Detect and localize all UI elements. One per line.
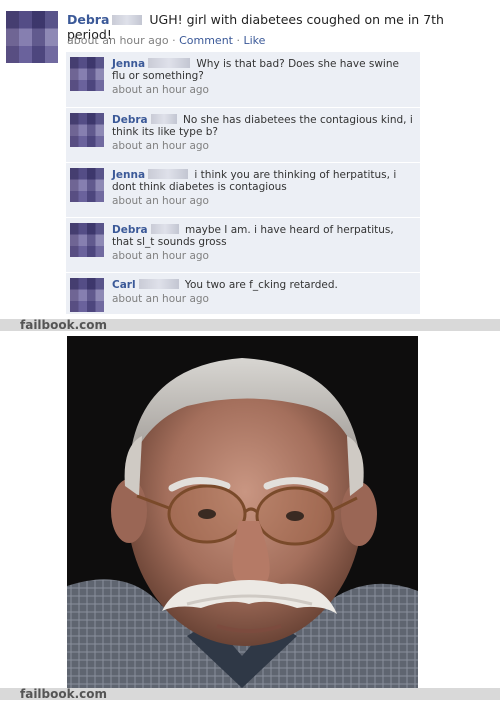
commenter-avatar[interactable] <box>70 223 104 257</box>
redacted-surname <box>112 15 143 25</box>
post-author-name[interactable]: Debra <box>67 12 109 27</box>
watermark-text-top: failbook.com <box>20 318 108 332</box>
comment: Debra maybe I am. i have heard of herpat… <box>66 218 420 273</box>
comment-time: about an hour ago <box>112 293 209 305</box>
redacted-surname <box>148 169 189 179</box>
comment-time: about an hour ago <box>112 195 209 207</box>
commenter-avatar[interactable] <box>70 168 104 202</box>
comment-time: about an hour ago <box>112 84 209 96</box>
meta-separator: · <box>236 34 241 47</box>
commenter-avatar[interactable] <box>70 57 104 91</box>
commenter-name[interactable]: Carl <box>112 279 136 291</box>
comment-body: Jenna Why is that bad? Does she have swi… <box>112 58 414 82</box>
comment-time: about an hour ago <box>112 250 209 262</box>
post-meta: about an hour ago · Comment · Like <box>67 34 265 47</box>
redacted-surname <box>148 58 191 68</box>
comment-list: Jenna Why is that bad? Does she have swi… <box>66 52 420 315</box>
commenter-name[interactable]: Debra <box>112 224 148 236</box>
comment: Jenna Why is that bad? Does she have swi… <box>66 52 420 108</box>
watermark-bar-top: failbook.com <box>0 319 500 331</box>
comment-body: Jenna i think you are thinking of herpat… <box>112 169 414 193</box>
watermark-text-bottom: failbook.com <box>20 687 108 701</box>
redacted-surname <box>150 224 179 234</box>
post-time: about an hour ago <box>67 34 169 47</box>
comment-time: about an hour ago <box>112 140 209 152</box>
redacted-surname <box>150 114 177 124</box>
comment: Debra No she has diabetees the contagiou… <box>66 108 420 163</box>
commenter-avatar[interactable] <box>70 113 104 147</box>
comment-link[interactable]: Comment <box>179 34 233 47</box>
watermark-bar-bottom: failbook.com <box>0 688 500 700</box>
meta-separator: · <box>172 34 176 47</box>
comment-body: Debra No she has diabetees the contagiou… <box>112 114 414 138</box>
commenter-name[interactable]: Jenna <box>112 169 145 181</box>
comment-body: Debra maybe I am. i have heard of herpat… <box>112 224 414 248</box>
comment: Carl You two are f_cking retarded. about… <box>66 273 420 315</box>
portrait-illustration <box>67 336 418 688</box>
commenter-avatar[interactable] <box>70 278 104 312</box>
comment-body: Carl You two are f_cking retarded. <box>112 279 414 291</box>
post-author-avatar[interactable] <box>6 11 58 63</box>
commenter-name[interactable]: Jenna <box>112 58 145 70</box>
comment-text: You two are f_cking retarded. <box>184 279 338 291</box>
meme-photo <box>67 336 418 688</box>
comment: Jenna i think you are thinking of herpat… <box>66 163 420 218</box>
redacted-surname <box>138 279 179 289</box>
commenter-name[interactable]: Debra <box>112 114 148 126</box>
like-link[interactable]: Like <box>244 34 266 47</box>
